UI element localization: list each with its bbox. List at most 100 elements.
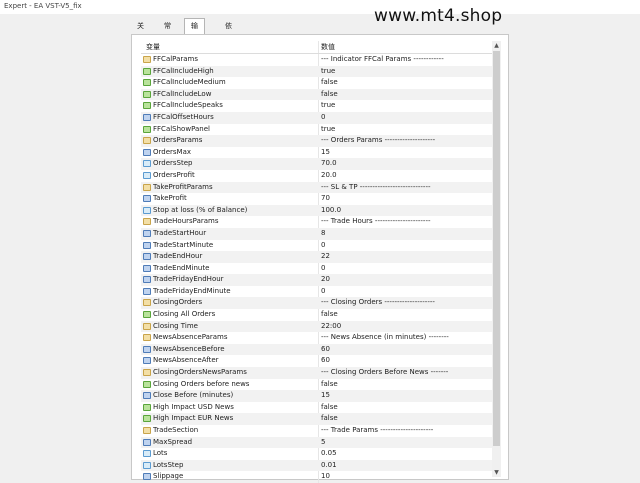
double-type-icon — [143, 450, 151, 458]
parameter-value[interactable]: 0.01 — [321, 460, 337, 472]
parameter-value[interactable]: true — [321, 100, 335, 112]
parameter-value[interactable]: 100.0 — [321, 205, 341, 217]
integer-type-icon — [143, 113, 151, 121]
parameter-value[interactable]: 22 — [321, 251, 330, 263]
table-row[interactable]: High Impact USD News false — [141, 402, 493, 414]
parameter-name: Closing Time — [153, 321, 198, 330]
column-header-variable[interactable]: 变量 — [146, 41, 160, 53]
parameter-value[interactable]: 0 — [321, 112, 325, 124]
table-row[interactable]: TakeProfitParams --- SL & TP ------------… — [141, 181, 493, 194]
table-row[interactable]: TradeFridayEndMinute 0 — [141, 286, 493, 298]
parameter-value[interactable]: 10 — [321, 471, 330, 483]
parameter-value[interactable]: 0 — [321, 286, 325, 298]
table-row[interactable]: OrdersProfit 20.0 — [141, 170, 493, 182]
parameter-value[interactable]: true — [321, 124, 335, 136]
table-row[interactable]: ClosingOrdersNewsParams --- Closing Order… — [141, 367, 493, 379]
parameter-value[interactable]: 0.05 — [321, 448, 337, 460]
table-row[interactable]: Lots 0.05 — [141, 448, 493, 460]
table-row[interactable]: LotsStep 0.01 — [141, 459, 493, 472]
table-row[interactable]: TradeHoursParams --- Trade Hours --------… — [141, 216, 493, 228]
table-row[interactable]: Closing Orders before news false — [141, 379, 493, 391]
table-row[interactable]: FFCalParams --- Indicator FFCal Params --… — [141, 54, 493, 66]
parameter-value[interactable]: 15 — [321, 390, 330, 402]
table-row[interactable]: OrdersParams --- Orders Params ----------… — [141, 135, 493, 147]
table-row[interactable]: FFCalIncludeLow false — [141, 88, 493, 101]
window-title: Expert - EA VST-V5_fix — [0, 0, 640, 14]
parameter-name: Stop at loss (% of Balance) — [153, 205, 248, 214]
parameter-value[interactable]: --- Trade Hours ---------------------- — [321, 216, 431, 228]
table-row[interactable]: TradeSection --- Trade Params -----------… — [141, 425, 493, 437]
table-row[interactable]: FFCalIncludeMedium false — [141, 77, 493, 89]
table-row[interactable]: Stop at loss (% of Balance) 100.0 — [141, 204, 493, 217]
tab-about[interactable]: 关于 — [131, 19, 150, 44]
tab-common[interactable]: 常用 — [158, 19, 177, 44]
table-row[interactable]: FFCalOffsetHours 0 — [141, 111, 493, 124]
parameter-value[interactable]: 0 — [321, 240, 325, 252]
table-row[interactable]: High Impact EUR News false — [141, 413, 493, 425]
parameter-value[interactable]: --- Closing Orders Before News ------- — [321, 367, 448, 379]
parameter-value[interactable]: 60 — [321, 344, 330, 356]
parameter-value[interactable]: false — [321, 77, 338, 89]
table-row[interactable]: NewsAbsenceParams --- News Absence (in mi… — [141, 332, 493, 344]
table-row[interactable]: Close Before (minutes) 15 — [141, 390, 493, 402]
table-row[interactable]: Slippage 10 — [141, 471, 493, 483]
table-row[interactable]: NewsAbsenceBefore 60 — [141, 343, 493, 356]
parameter-value[interactable]: 20 — [321, 274, 330, 286]
parameter-value[interactable]: 60 — [321, 355, 330, 367]
table-row[interactable]: TradeEndHour 22 — [141, 251, 493, 263]
parameter-value[interactable]: false — [321, 89, 338, 101]
parameter-value[interactable]: 8 — [321, 228, 325, 240]
string-type-icon — [143, 427, 151, 434]
parameter-value[interactable]: false — [321, 309, 338, 321]
table-row[interactable]: OrdersMax 15 — [141, 147, 493, 159]
parameter-name: FFCalShowPanel — [153, 124, 210, 133]
integer-type-icon — [143, 392, 151, 400]
table-row[interactable]: TakeProfit 70 — [141, 193, 493, 205]
table-row[interactable]: TradeStartHour 8 — [141, 227, 493, 240]
parameter-value[interactable]: false — [321, 379, 338, 391]
boolean-type-icon — [143, 79, 151, 87]
string-type-icon — [143, 218, 151, 226]
parameter-value[interactable]: 20.0 — [321, 170, 337, 182]
parameter-value[interactable]: 5 — [321, 437, 325, 449]
parameter-name: TradeFridayEndMinute — [153, 286, 231, 295]
table-row[interactable]: MaxSpread 5 — [141, 436, 493, 449]
parameter-value[interactable]: --- Orders Params -------------------- — [321, 135, 435, 147]
table-row[interactable]: OrdersStep 70.0 — [141, 158, 493, 170]
parameter-value[interactable]: 70 — [321, 193, 330, 205]
scroll-down-icon[interactable]: ▼ — [492, 468, 501, 477]
table-row[interactable]: ClosingOrders --- Closing Orders --------… — [141, 297, 493, 310]
parameter-name: High Impact USD News — [153, 402, 234, 411]
parameter-value[interactable]: 0 — [321, 263, 325, 275]
string-type-icon — [143, 322, 151, 330]
vertical-scrollbar[interactable]: ▲ ▼ — [492, 41, 501, 477]
tab-inputs[interactable]: 输入参数 — [184, 18, 205, 72]
parameter-value[interactable]: --- Closing Orders -------------------- — [321, 297, 435, 309]
parameter-value[interactable]: false — [321, 413, 338, 425]
scroll-up-icon[interactable]: ▲ — [492, 41, 501, 50]
scrollbar-thumb[interactable] — [493, 51, 500, 446]
table-row[interactable]: Closing Time 22:00 — [141, 320, 493, 333]
parameter-value[interactable]: --- News Absence (in minutes) -------- — [321, 332, 449, 344]
table-row[interactable]: NewsAbsenceAfter 60 — [141, 355, 493, 367]
parameter-value[interactable]: 15 — [321, 147, 330, 159]
parameters-table: 变量 数值 FFCalParams --- Indicator FFCal Par… — [141, 41, 493, 483]
parameter-value[interactable]: false — [321, 402, 338, 414]
tab-dependencies[interactable]: 依存关系 — [219, 19, 238, 72]
parameter-value[interactable]: --- Indicator FFCal Params ------------ — [321, 54, 444, 66]
table-row[interactable]: TradeStartMinute 0 — [141, 240, 493, 252]
table-row[interactable]: TradeEndMinute 0 — [141, 263, 493, 275]
parameter-value[interactable]: true — [321, 66, 335, 78]
column-header-value[interactable]: 数值 — [321, 41, 335, 53]
table-row[interactable]: TradeFridayEndHour 20 — [141, 274, 493, 286]
boolean-type-icon — [143, 102, 151, 110]
table-row[interactable]: FFCalShowPanel true — [141, 124, 493, 136]
table-row[interactable]: Closing All Orders false — [141, 309, 493, 321]
parameter-value[interactable]: 70.0 — [321, 158, 337, 170]
parameter-value[interactable]: 22:00 — [321, 321, 341, 333]
parameter-value[interactable]: --- SL & TP ---------------------------- — [321, 182, 431, 194]
string-type-icon — [143, 183, 151, 191]
table-row[interactable]: FFCalIncludeSpeaks true — [141, 100, 493, 112]
table-row[interactable]: FFCalIncludeHigh true — [141, 65, 493, 78]
parameter-value[interactable]: --- Trade Params --------------------- — [321, 425, 433, 437]
